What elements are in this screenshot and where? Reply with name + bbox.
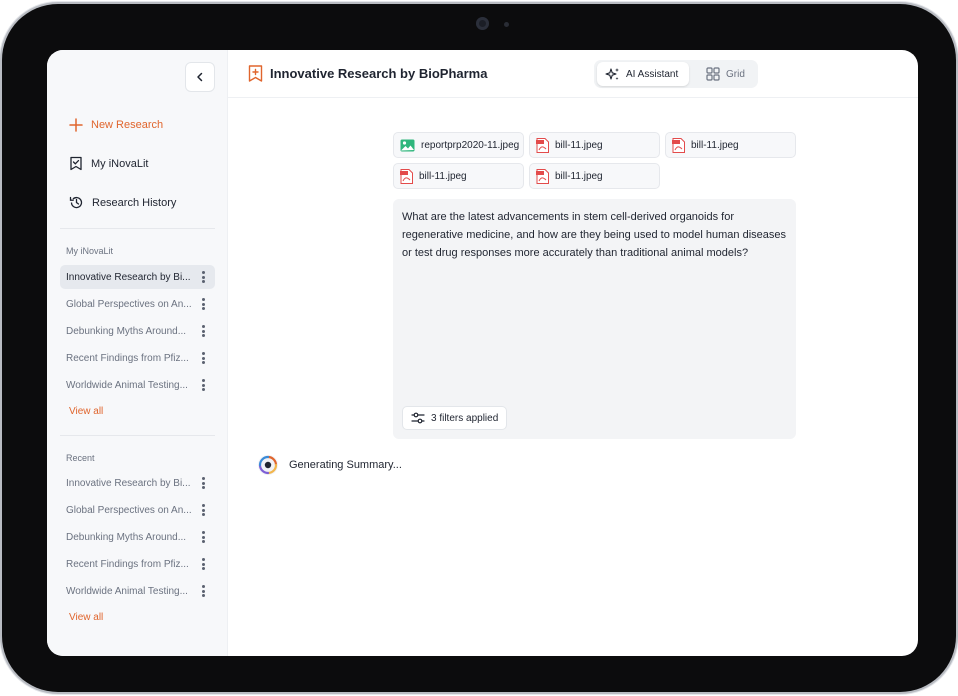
my-list-item[interactable]: Worldwide Animal Testing... <box>60 373 215 397</box>
more-options-icon[interactable] <box>201 477 205 489</box>
my-list-item[interactable]: Recent Findings from Pfiz... <box>60 346 215 370</box>
filters-label: 3 filters applied <box>431 412 499 424</box>
sparkles-icon <box>605 67 619 80</box>
attachment-name: bill-11.jpeg <box>555 170 603 182</box>
page-title-group: Innovative Research by BioPharma <box>248 65 487 82</box>
header: Innovative Research by BioPharma AI Assi… <box>228 50 918 98</box>
camera <box>476 17 489 30</box>
grid-icon <box>706 67 720 81</box>
sidebar-divider <box>60 228 215 229</box>
more-options-icon[interactable] <box>201 585 205 597</box>
recent-view-all-link[interactable]: View all <box>69 612 103 623</box>
recent-list-item-label: Innovative Research by Bi... <box>66 477 191 489</box>
more-options-icon[interactable] <box>201 531 205 543</box>
query-message: What are the latest advancements in stem… <box>393 199 796 439</box>
more-options-icon[interactable] <box>201 352 205 364</box>
recent-list-item-label: Global Perspectives on An... <box>66 504 192 516</box>
my-list-item[interactable]: Debunking Myths Around... <box>60 319 215 343</box>
research-history-button[interactable]: Research History <box>69 195 176 210</box>
image-file-icon <box>400 139 415 151</box>
sensor <box>504 22 509 27</box>
recent-list-item[interactable]: Global Perspectives on An... <box>60 498 215 522</box>
page-title: Innovative Research by BioPharma <box>270 66 488 81</box>
grid-tab[interactable]: Grid <box>698 62 753 86</box>
my-inovalit-button[interactable]: My iNovaLit <box>69 156 148 171</box>
ai-assistant-tab[interactable]: AI Assistant <box>597 62 689 86</box>
collapse-sidebar-button[interactable] <box>185 62 215 92</box>
sidebar: New Research My iNovaLit Research Histor… <box>47 50 228 656</box>
attachment-chip[interactable]: bill-11.jpeg <box>529 132 660 158</box>
attachment-chip[interactable]: bill-11.jpeg <box>529 163 660 189</box>
recent-list-item[interactable]: Debunking Myths Around... <box>60 525 215 549</box>
history-icon <box>69 196 83 209</box>
attachment-chip[interactable]: bill-11.jpeg <box>393 163 524 189</box>
my-list-item-label: Innovative Research by Bi... <box>66 271 191 283</box>
more-options-icon[interactable] <box>201 558 205 570</box>
ai-assistant-label: AI Assistant <box>626 68 679 80</box>
more-options-icon[interactable] <box>201 271 205 283</box>
recent-list-item[interactable]: Innovative Research by Bi... <box>60 471 215 495</box>
query-text: What are the latest advancements in stem… <box>402 211 787 259</box>
my-inovalit-section-title: My iNovaLit <box>66 246 114 256</box>
attachment-chip[interactable]: bill-11.jpeg <box>665 132 796 158</box>
my-list-item-label: Worldwide Animal Testing... <box>66 379 188 391</box>
grid-label: Grid <box>726 68 745 80</box>
attachment-name: bill-11.jpeg <box>555 139 603 151</box>
recent-list-item-label: Worldwide Animal Testing... <box>66 585 188 597</box>
more-options-icon[interactable] <box>201 325 205 337</box>
pdf-file-icon <box>536 168 549 184</box>
sidebar-divider <box>60 435 215 436</box>
recent-list-item[interactable]: Worldwide Animal Testing... <box>60 579 215 603</box>
loading-logo-icon <box>258 455 278 475</box>
attachment-chip[interactable]: reportprp2020-11.jpeg <box>393 132 524 158</box>
app-screen: New Research My iNovaLit Research Histor… <box>47 50 918 656</box>
my-view-all-link[interactable]: View all <box>69 406 103 417</box>
bookmark-plus-icon <box>248 65 263 82</box>
my-inovalit-label: My iNovaLit <box>91 157 149 170</box>
recent-list-item[interactable]: Recent Findings from Pfiz... <box>60 552 215 576</box>
my-list-item[interactable]: Innovative Research by Bi... <box>60 265 215 289</box>
chevron-left-icon <box>197 72 203 82</box>
attachment-name: reportprp2020-11.jpeg <box>421 139 520 151</box>
my-list-item-label: Recent Findings from Pfiz... <box>66 352 189 364</box>
more-options-icon[interactable] <box>201 298 205 310</box>
recent-list-item-label: Recent Findings from Pfiz... <box>66 558 189 570</box>
pdf-file-icon <box>400 168 413 184</box>
attachment-name: bill-11.jpeg <box>419 170 467 182</box>
research-history-label: Research History <box>92 196 177 209</box>
filters-button[interactable]: 3 filters applied <box>402 406 508 430</box>
more-options-icon[interactable] <box>201 379 205 391</box>
my-list-item[interactable]: Global Perspectives on An... <box>60 292 215 316</box>
pdf-file-icon <box>672 137 685 153</box>
new-research-button[interactable]: New Research <box>69 118 163 132</box>
pdf-file-icon <box>536 137 549 153</box>
bookmark-check-icon <box>70 156 82 171</box>
generating-status: Generating Summary... <box>257 454 402 476</box>
attachment-name: bill-11.jpeg <box>691 139 739 151</box>
plus-icon <box>69 118 83 132</box>
my-list-item-label: Global Perspectives on An... <box>66 298 192 310</box>
new-research-label: New Research <box>91 119 164 131</box>
recent-list-item-label: Debunking Myths Around... <box>66 531 187 543</box>
sliders-icon <box>411 412 425 424</box>
generating-label: Generating Summary... <box>289 459 402 471</box>
recent-section-title: Recent <box>66 453 95 463</box>
tablet-frame: New Research My iNovaLit Research Histor… <box>2 4 956 692</box>
more-options-icon[interactable] <box>201 504 205 516</box>
my-list-item-label: Debunking Myths Around... <box>66 325 187 337</box>
view-toggle: AI Assistant Grid <box>594 60 758 88</box>
